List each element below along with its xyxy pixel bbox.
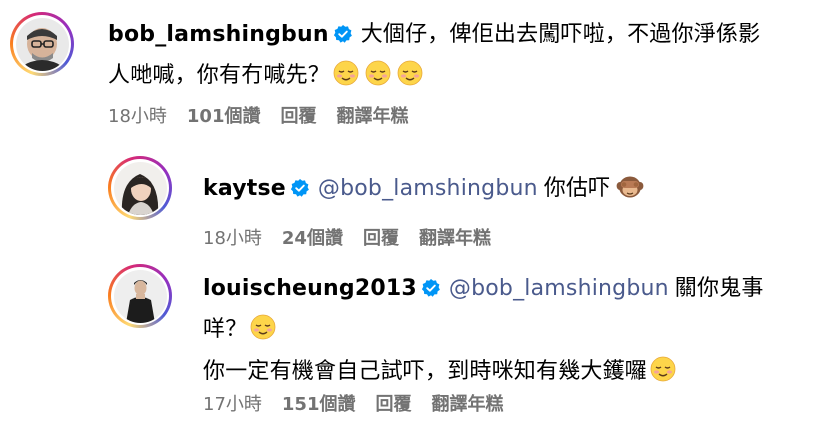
avatar-photo <box>15 17 69 71</box>
avatar[interactable] <box>108 156 172 220</box>
likes-count[interactable]: 24個讚 <box>282 224 343 250</box>
likes-count[interactable]: 101個讚 <box>187 102 261 128</box>
reply-item: kaytse @bob_lamshingbun 你估吓 18小時 24個讚 回覆 翻… <box>0 140 819 260</box>
comment-username[interactable]: kaytse <box>203 176 286 201</box>
comment-meta: 18小時 101個讚 回覆 翻譯年糕 <box>108 102 408 128</box>
translate-button[interactable]: 翻譯年糕 <box>419 224 491 250</box>
comment-body: kaytse @bob_lamshingbun 你估吓 <box>203 170 803 212</box>
comment-item: bob_lamshingbun 大個仔，俾佢出去闖吓啦，不過你淨係影人哋喊，你有冇… <box>0 0 819 140</box>
translate-button[interactable]: 翻譯年糕 <box>431 390 503 416</box>
comment-meta: 17小時 151個讚 回覆 翻譯年糕 <box>203 390 503 416</box>
comment-body: bob_lamshingbun 大個仔，俾佢出去闖吓啦，不過你淨係影人哋喊，你有冇… <box>108 16 808 99</box>
comment-text-line: 你一定有機會自己試吓，到時咪知有幾大鑊囉 <box>203 359 648 384</box>
mention-link[interactable]: @bob_lamshingbun <box>449 276 669 301</box>
relieved-face-icon <box>333 60 359 99</box>
relieved-face-icon <box>650 356 676 395</box>
reply-button[interactable]: 回覆 <box>375 390 411 416</box>
comment-username[interactable]: bob_lamshingbun <box>108 22 329 47</box>
relieved-face-icon <box>365 60 391 99</box>
comment-text: 你估吓 <box>543 176 611 201</box>
verified-badge-icon <box>421 273 441 311</box>
avatar[interactable] <box>10 12 74 76</box>
see-no-evil-monkey-icon <box>616 173 644 212</box>
avatar-photo <box>113 269 167 323</box>
comment-timestamp: 17小時 <box>203 394 262 415</box>
reply-button[interactable]: 回覆 <box>363 224 399 250</box>
relieved-face-icon <box>397 60 423 99</box>
comment-text-line: 人哋喊，你有冇喊先？ <box>108 63 331 88</box>
avatar-photo <box>113 161 167 215</box>
comment-text-line: 大個仔，俾佢出去闖吓啦，不過你淨係影 <box>360 22 761 47</box>
comment-body: louischeung2013 @bob_lamshingbun 關你鬼事咩？ 你一定… <box>203 270 803 395</box>
comment-timestamp: 18小時 <box>203 228 262 249</box>
relieved-face-icon <box>250 314 276 353</box>
comment-timestamp: 18小時 <box>108 106 167 127</box>
mention-link[interactable]: @bob_lamshingbun <box>318 176 538 201</box>
comment-text-line: 咩？ <box>203 317 248 342</box>
comment-text-line: 關你鬼事 <box>674 276 764 301</box>
translate-button[interactable]: 翻譯年糕 <box>336 102 408 128</box>
verified-badge-icon <box>333 19 353 57</box>
comment-username[interactable]: louischeung2013 <box>203 276 417 301</box>
likes-count[interactable]: 151個讚 <box>282 390 356 416</box>
verified-badge-icon <box>290 173 310 211</box>
comment-meta: 18小時 24個讚 回覆 翻譯年糕 <box>203 224 491 250</box>
reply-button[interactable]: 回覆 <box>280 102 316 128</box>
reply-item: louischeung2013 @bob_lamshingbun 關你鬼事咩？ 你一定… <box>0 250 819 431</box>
avatar[interactable] <box>108 264 172 328</box>
